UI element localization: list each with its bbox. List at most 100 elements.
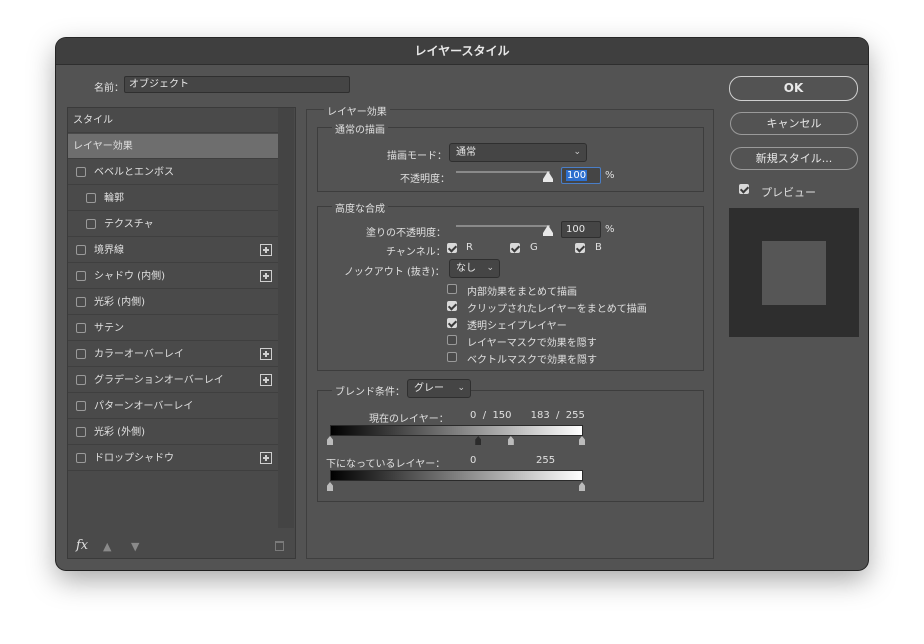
option-checkbox[interactable] [447, 352, 457, 362]
ok-button[interactable]: OK [729, 76, 858, 101]
blend-if-label: ブレンド条件： [332, 383, 408, 398]
channel-r-checkbox[interactable] [447, 243, 457, 253]
preview-label: プレビュー [761, 186, 816, 199]
blend-if-value: グレー [414, 383, 444, 394]
style-item[interactable]: 境界線 [68, 238, 278, 263]
opacity-slider-track[interactable] [456, 171, 550, 173]
style-item[interactable]: レイヤー効果 [68, 134, 278, 159]
chevron-down-icon: ⌄ [573, 147, 581, 157]
style-item[interactable]: カラーオーバーレイ [68, 342, 278, 367]
style-item-checkbox[interactable] [86, 193, 96, 203]
fill-opacity-unit: % [605, 224, 615, 235]
opacity-value: 100 [566, 170, 588, 181]
underlying-layer-label: 下になっているレイヤー： [326, 459, 446, 470]
style-item-checkbox[interactable] [76, 245, 86, 255]
add-effect-icon[interactable] [260, 452, 272, 464]
style-item-checkbox[interactable] [76, 297, 86, 307]
channel-b-checkbox[interactable] [575, 243, 585, 253]
preview-swatch [729, 208, 859, 337]
option-label: ベクトルマスクで効果を隠す [467, 355, 597, 366]
fill-opacity-slider-track[interactable] [456, 225, 550, 227]
add-effect-icon[interactable] [260, 348, 272, 360]
opacity-slider-thumb[interactable] [543, 171, 553, 182]
this-layer-values: 0 / 150 183 / 255 [470, 410, 585, 421]
chevron-down-icon: ⌄ [486, 263, 494, 273]
option-checkbox[interactable] [447, 284, 457, 294]
style-item-label: ドロップシャドウ [94, 453, 174, 464]
option-checkbox[interactable] [447, 318, 457, 328]
style-item-checkbox[interactable] [76, 375, 86, 385]
dialog-title: レイヤースタイル [56, 38, 868, 65]
style-item[interactable]: シャドウ (内側) [68, 264, 278, 289]
name-label: 名前： [94, 83, 124, 94]
style-item-label: サテン [94, 323, 124, 334]
move-up-icon[interactable]: ▲ [103, 540, 111, 553]
style-item-label: レイヤー効果 [73, 141, 133, 152]
layer-effects-title: レイヤー効果 [324, 103, 390, 118]
style-item-label: シャドウ (内側) [94, 271, 165, 282]
chevron-down-icon: ⌄ [457, 383, 465, 393]
channel-r-label: R [466, 242, 473, 253]
preview-checkbox[interactable] [739, 184, 749, 194]
style-item-label: テクスチャ [104, 219, 154, 230]
opacity-input[interactable]: 100 [561, 167, 601, 184]
style-item-label: カラーオーバーレイ [94, 349, 184, 360]
style-item-checkbox[interactable] [76, 271, 86, 281]
option-label: レイヤーマスクで効果を隠す [467, 338, 597, 349]
add-effect-icon[interactable] [260, 244, 272, 256]
fill-opacity-label: 塗りの不透明度： [366, 228, 446, 239]
this-layer-gradient[interactable] [330, 425, 583, 436]
styles-list-scrollbar[interactable] [278, 108, 294, 528]
blend-if-select[interactable]: グレー ⌄ [407, 379, 471, 398]
knockout-label: ノックアウト (抜き)： [344, 267, 445, 278]
add-effect-icon[interactable] [260, 374, 272, 386]
option-label: 内部効果をまとめて描画 [467, 287, 577, 298]
style-item-checkbox[interactable] [76, 427, 86, 437]
move-down-icon[interactable]: ▼ [131, 540, 139, 553]
style-item-checkbox[interactable] [76, 167, 86, 177]
blend-mode-select[interactable]: 通常 ⌄ [449, 143, 587, 162]
channel-g-checkbox[interactable] [510, 243, 520, 253]
style-item[interactable]: パターンオーバーレイ [68, 394, 278, 419]
option-checkbox[interactable] [447, 301, 457, 311]
layer-style-dialog: レイヤースタイル 名前： オブジェクト スタイル レイヤー効果 ベベルとエンボス 輪郭… [56, 38, 868, 570]
fill-opacity-slider-thumb[interactable] [543, 225, 553, 236]
style-item[interactable]: テクスチャ [68, 212, 278, 237]
fill-opacity-input[interactable]: 100 [561, 221, 601, 238]
style-item[interactable]: ベベルとエンボス [68, 160, 278, 185]
style-item[interactable]: ドロップシャドウ [68, 446, 278, 471]
name-input[interactable]: オブジェクト [124, 76, 350, 93]
style-item[interactable]: グラデーションオーバーレイ [68, 368, 278, 393]
new-style-button[interactable]: 新規スタイル... [730, 147, 858, 170]
style-item-label: 光彩 (内側) [94, 297, 145, 308]
style-item-checkbox[interactable] [86, 219, 96, 229]
cancel-button[interactable]: キャンセル [730, 112, 858, 135]
style-item-label: ベベルとエンボス [94, 167, 174, 178]
style-item-checkbox[interactable] [76, 453, 86, 463]
underlying-low-value: 0 [470, 455, 477, 466]
option-label: クリップされたレイヤーをまとめて描画 [467, 304, 647, 315]
add-effect-icon[interactable] [260, 270, 272, 282]
style-item-label: 境界線 [94, 245, 124, 256]
underlying-layer-gradient[interactable] [330, 470, 583, 481]
advanced-blending-title: 高度な合成 [332, 200, 388, 215]
channel-g-label: G [530, 242, 538, 253]
style-item-label: グラデーションオーバーレイ [94, 375, 224, 386]
style-item-checkbox[interactable] [76, 349, 86, 359]
style-item[interactable]: スタイル [68, 108, 278, 133]
style-item-label: スタイル [73, 115, 113, 126]
style-item[interactable]: 輪郭 [68, 186, 278, 211]
knockout-select[interactable]: なし ⌄ [449, 259, 500, 278]
style-item[interactable]: 光彩 (外側) [68, 420, 278, 445]
style-item-checkbox[interactable] [76, 323, 86, 333]
style-item[interactable]: 光彩 (内側) [68, 290, 278, 315]
trash-icon[interactable] [275, 541, 284, 551]
option-label: 透明シェイプレイヤー [467, 321, 567, 332]
blend-if-group [317, 390, 704, 502]
preview-swatch-inner [762, 241, 826, 305]
option-checkbox[interactable] [447, 335, 457, 345]
style-item[interactable]: サテン [68, 316, 278, 341]
opacity-unit: % [605, 170, 615, 181]
fx-icon[interactable]: fx [76, 538, 88, 553]
style-item-checkbox[interactable] [76, 401, 86, 411]
